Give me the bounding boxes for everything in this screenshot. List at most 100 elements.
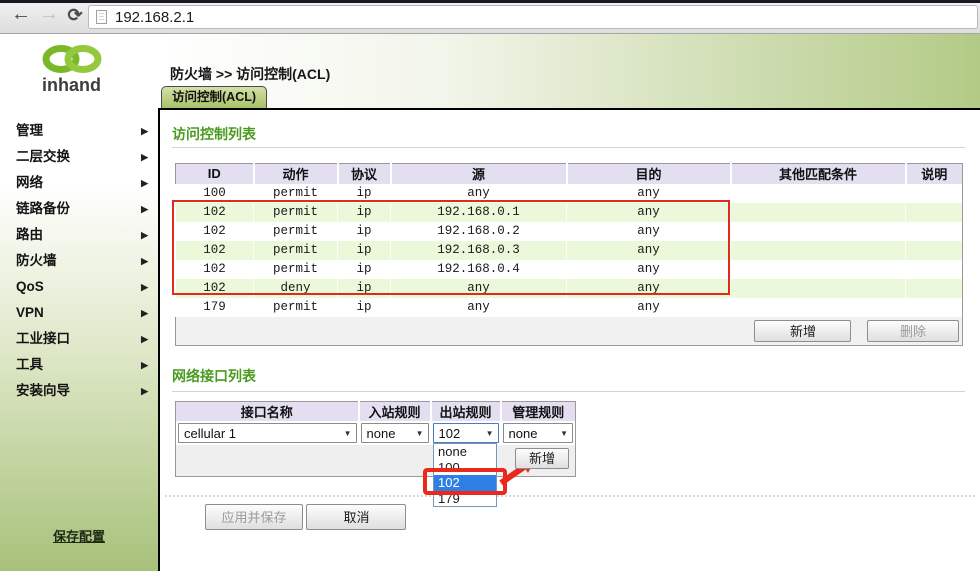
acl-column-header: 源 [391,164,567,184]
save-config-link[interactable]: 保存配置 [0,526,158,545]
router-admin-screen: ← → ⟳ 192.168.2.1 inhand 管理▶二层交换▶网络▶链路备份… [0,0,980,571]
acl-cell: permit [254,241,338,260]
tab-acl[interactable]: 访问控制(ACL) [161,86,267,108]
sidebar-item-label: 路由 [16,227,43,242]
interfaces-section-title: 网络接口列表 [172,366,256,386]
acl-cell: permit [254,298,338,317]
acl-cell [906,298,963,317]
acl-column-header: 其他匹配条件 [731,164,906,184]
acl-table-row[interactable]: 100permitipanyany [176,184,963,203]
divider [172,391,965,392]
sidebar-item-label: QoS [16,279,44,294]
acl-table-row[interactable]: 179permitipanyany [176,298,963,317]
acl-column-header: 协议 [338,164,391,184]
acl-cell [731,260,906,279]
acl-cell: permit [254,222,338,241]
sidebar-item-10[interactable]: 工具▶ [0,352,158,378]
acl-cell: any [567,260,731,279]
form-action-buttons: 应用并保存 取消 [205,504,406,530]
dropdown-option[interactable]: 102 [434,475,496,491]
acl-column-header: 目的 [567,164,731,184]
outbound-rule-value: 102 [439,426,461,441]
sidebar-item-2[interactable]: 二层交换▶ [0,144,158,170]
sidebar-item-1[interactable]: 管理 ▶ [0,118,158,144]
acl-cell: any [567,298,731,317]
acl-cell: 192.168.0.1 [391,203,567,222]
interfaces-column-header: 管理规则 [501,402,576,422]
interfaces-column-header: 出站规则 [431,402,501,422]
chevron-right-icon: ▶ [141,248,148,274]
acl-section-title: 访问控制列表 [172,124,256,144]
interfaces-column-header: 入站规则 [359,402,431,422]
acl-delete-button[interactable]: 删除 [867,320,959,342]
management-rule-value: none [509,426,538,441]
svg-text:inhand: inhand [42,75,101,95]
cancel-button[interactable]: 取消 [306,504,406,530]
outbound-rule-select[interactable]: 102 ▼ [433,423,499,443]
dropdown-option[interactable]: 100 [434,460,496,476]
reload-icon[interactable]: ⟳ [62,5,88,26]
page-icon [96,10,107,24]
acl-column-header: ID [176,164,254,184]
forward-icon[interactable]: → [36,3,62,26]
sidebar-item-label: 工业接口 [16,331,70,346]
chevron-right-icon: ▶ [141,378,148,404]
interface-add-button[interactable]: 新增 [515,448,569,469]
sidebar-item-5[interactable]: 路由▶ [0,222,158,248]
sidebar-item-4[interactable]: 链路备份 ▶ [0,196,158,222]
management-rule-select[interactable]: none ▼ [503,423,574,443]
back-icon[interactable]: ← [8,3,34,26]
sidebar-item-label: 网络 [16,175,43,190]
acl-table-row[interactable]: 102permitip192.168.0.4any [176,260,963,279]
acl-cell [906,241,963,260]
apply-save-button[interactable]: 应用并保存 [205,504,303,530]
sidebar-item-label: 管理 [16,123,43,138]
acl-cell [906,279,963,298]
acl-cell: 102 [176,203,254,222]
interfaces-column-header: 接口名称 [176,402,359,422]
acl-cell: 192.168.0.4 [391,260,567,279]
acl-cell: permit [254,184,338,203]
sidebar-item-9[interactable]: 工业接口▶ [0,326,158,352]
acl-table: ID动作协议源目的其他匹配条件说明 100permitipanyany102pe… [175,163,963,346]
chevron-right-icon: ▶ [141,170,148,196]
acl-table-row[interactable]: 102denyipanyany [176,279,963,298]
chevron-right-icon: ▶ [141,196,148,222]
acl-table-row[interactable]: 102permitip192.168.0.3any [176,241,963,260]
acl-cell: permit [254,260,338,279]
sidebar-item-6[interactable]: 防火墙▶ [0,248,158,274]
acl-table-footer-row: 新增 删除 [176,317,963,346]
acl-cell: 100 [176,184,254,203]
acl-table-row[interactable]: 102permitip192.168.0.1any [176,203,963,222]
acl-cell [906,222,963,241]
acl-cell: 179 [176,298,254,317]
sidebar-item-label: 链路备份 [16,201,70,216]
dropdown-option[interactable]: none [434,444,496,460]
inhand-logo: inhand [22,44,122,101]
acl-cell: any [391,298,567,317]
acl-cell [731,184,906,203]
breadcrumb: 防火墙 >> 访问控制(ACL) [170,64,330,84]
acl-cell [906,260,963,279]
inbound-rule-select[interactable]: none ▼ [361,423,429,443]
acl-cell: 102 [176,241,254,260]
acl-cell [731,203,906,222]
sidebar-item-3[interactable]: 网络 ▶ [0,170,158,196]
sidebar-item-8[interactable]: VPN▶ [0,300,158,326]
sidebar-item-7[interactable]: QoS▶ [0,274,158,300]
sidebar: inhand 管理▶二层交换▶网络▶链路备份▶路由▶防火墙▶QoS▶VPN▶工业… [0,34,158,571]
interfaces-table-header-row: 接口名称入站规则出站规则管理规则 [176,402,576,422]
acl-add-button[interactable]: 新增 [754,320,851,342]
address-bar[interactable]: 192.168.2.1 [88,5,978,29]
interface-name-select[interactable]: cellular 1 ▼ [178,423,357,443]
acl-table-row[interactable]: 102permitip192.168.0.2any [176,222,963,241]
acl-cell: any [567,279,731,298]
dropdown-option[interactable]: 179 [434,491,496,507]
url-text[interactable]: 192.168.2.1 [115,9,194,26]
acl-cell: 102 [176,260,254,279]
acl-cell: permit [254,203,338,222]
acl-cell: any [567,203,731,222]
acl-cell [731,279,906,298]
sidebar-item-11[interactable]: 安装向导▶ [0,378,158,404]
chevron-right-icon: ▶ [141,118,148,144]
